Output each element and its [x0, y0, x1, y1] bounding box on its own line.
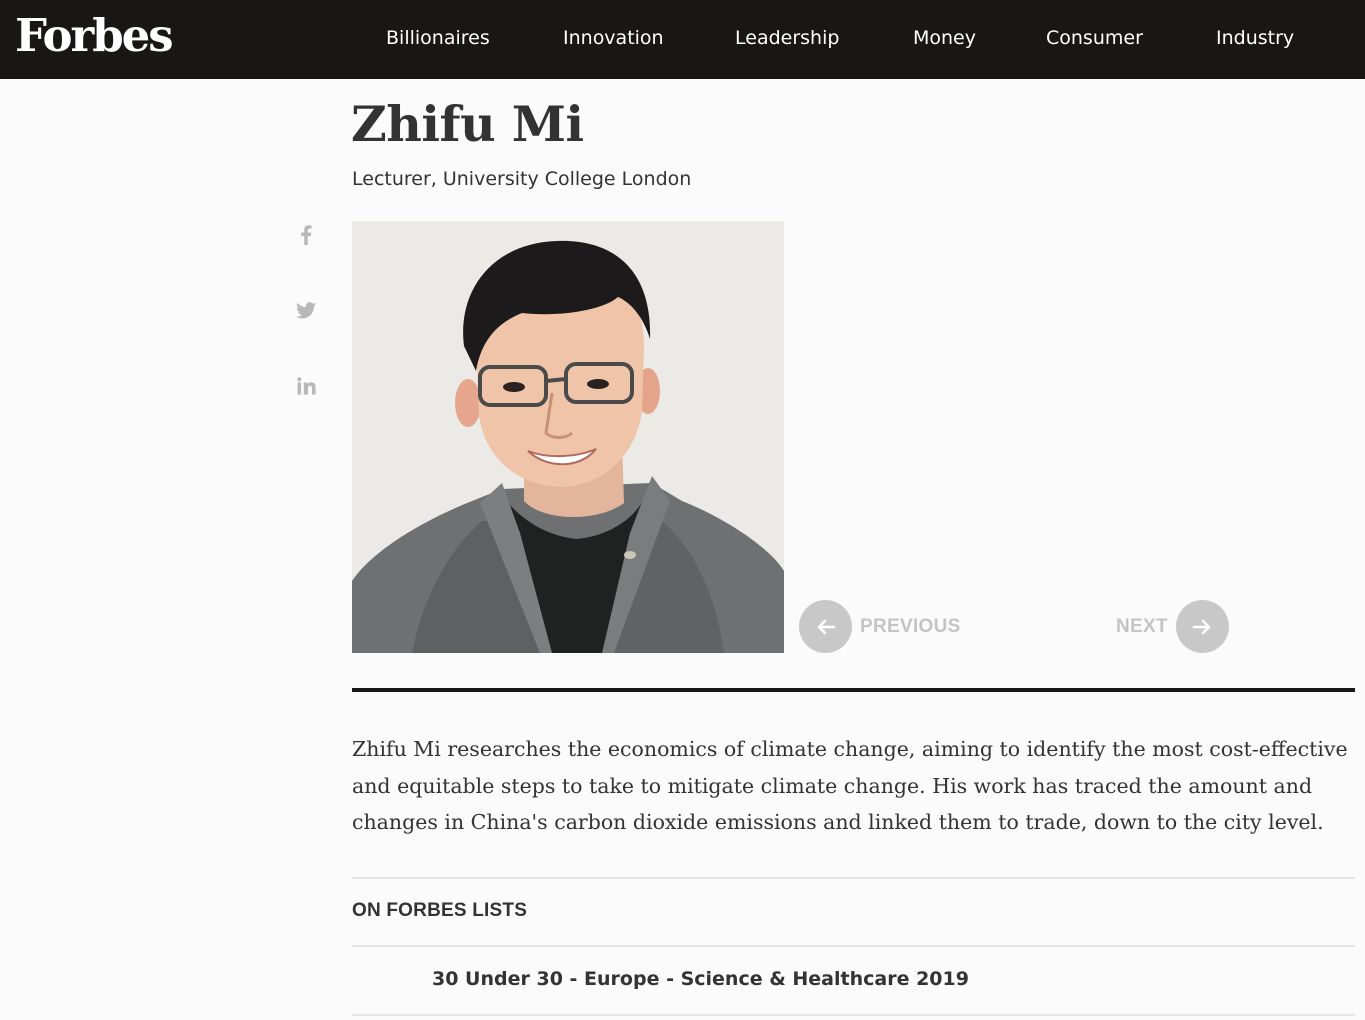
- lists-middle-divider: [352, 945, 1355, 947]
- forbes-logo[interactable]: Forbes: [15, 8, 174, 64]
- share-twitter-button[interactable]: [293, 297, 319, 323]
- twitter-icon: [296, 301, 316, 318]
- nav-consumer[interactable]: Consumer: [1046, 0, 1143, 79]
- profile-name: Zhifu Mi: [351, 95, 584, 153]
- share-facebook-button[interactable]: [293, 222, 319, 248]
- nav-billionaires[interactable]: Billionaires: [386, 0, 490, 79]
- section-divider: [352, 688, 1355, 692]
- previous-label: PREVIOUS: [860, 615, 961, 637]
- facebook-icon: [301, 225, 312, 245]
- nav-industry[interactable]: Industry: [1216, 0, 1294, 79]
- nav-leadership[interactable]: Leadership: [735, 0, 839, 79]
- profile-title: Lecturer, University College London: [352, 168, 692, 190]
- linkedin-icon: [296, 377, 316, 395]
- profile-bio: Zhifu Mi researches the economics of cli…: [352, 737, 1348, 834]
- next-label: NEXT: [1116, 615, 1168, 637]
- lists-top-divider: [352, 877, 1355, 879]
- previous-button[interactable]: PREVIOUS: [799, 600, 961, 653]
- site-header: Forbes Billionaires Innovation Leadershi…: [0, 0, 1365, 79]
- nav-innovation[interactable]: Innovation: [563, 0, 664, 79]
- list-item-link[interactable]: 30 Under 30 - Europe - Science & Healthc…: [432, 965, 969, 993]
- share-linkedin-button[interactable]: [293, 373, 319, 399]
- next-button[interactable]: NEXT: [1116, 600, 1229, 653]
- nav-money[interactable]: Money: [913, 0, 976, 79]
- lists-bottom-divider: [352, 1014, 1355, 1016]
- arrow-left-icon: [799, 600, 852, 653]
- profile-photo-image: [352, 221, 784, 653]
- lists-heading: ON FORBES LISTS: [352, 900, 528, 921]
- arrow-right-icon: [1175, 600, 1229, 653]
- profile-photo: [352, 221, 784, 653]
